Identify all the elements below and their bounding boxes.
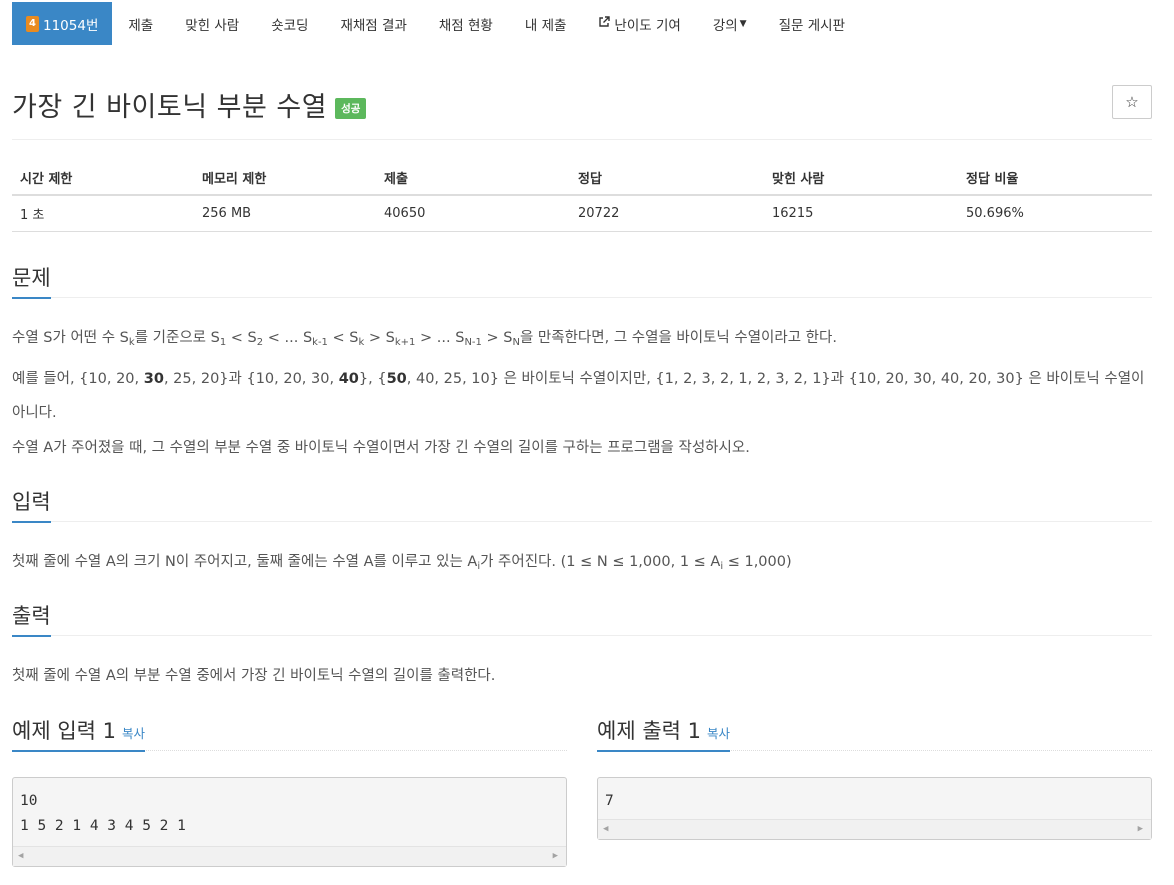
tab-lectures[interactable]: 강의 ▼ (697, 2, 763, 45)
value-accept-ratio: 50.696% (958, 195, 1152, 232)
info-value-row: 1 초 256 MB 40650 20722 16215 50.696% (12, 195, 1152, 232)
horizontal-scrollbar[interactable]: ◀ ▶ (598, 819, 1151, 839)
tab-rejudge-results[interactable]: 재채점 결과 (324, 2, 422, 45)
header-time-limit: 시간 제한 (12, 160, 194, 196)
input-heading: 입력 (12, 486, 51, 523)
page-title: 가장 긴 바이토닉 부분 수열 (12, 91, 328, 123)
problem-description-1: 수열 S가 어떤 수 Sk를 기준으로 S1 < S2 < ... Sk-1 <… (12, 330, 837, 348)
title-divider (12, 139, 1152, 140)
sample-output-heading: 예제 출력 1 복사 (597, 715, 731, 752)
value-accepted: 20722 (570, 195, 764, 232)
tab-lectures-label: 강의 (712, 17, 738, 34)
external-link-icon (598, 16, 611, 31)
sample-input-header: 예제 입력 1 복사 (12, 715, 567, 752)
tab-my-submissions[interactable]: 내 제출 (509, 2, 583, 45)
tab-short-coding[interactable]: 숏코딩 (255, 2, 324, 45)
input-section-header: 입력 (12, 486, 1152, 523)
output-section-header: 출력 (12, 600, 1152, 637)
header-accept-ratio: 정답 비율 (958, 160, 1152, 196)
tab-difficulty-contribution[interactable]: 난이도 기여 (582, 2, 696, 45)
tab-submit-label: 제출 (128, 17, 154, 34)
header-submissions: 제출 (376, 160, 570, 196)
sample-input-content: 10 1 5 2 1 4 3 4 5 2 1 (20, 793, 186, 834)
header-memory-limit: 메모리 제한 (194, 160, 376, 196)
tab-solved-users-label: 맞힌 사람 (185, 17, 240, 34)
tab-rejudge-results-label: 재채점 결과 (340, 17, 407, 34)
value-time-limit: 1 초 (12, 195, 194, 232)
tab-submit[interactable]: 제출 (112, 2, 169, 45)
tab-short-coding-label: 숏코딩 (271, 17, 309, 34)
scroll-right-icon[interactable]: ▶ (553, 851, 558, 861)
tab-problem[interactable]: 4 11054번 (12, 2, 113, 45)
problem-info-table: 시간 제한 메모리 제한 제출 정답 맞힌 사람 정답 비율 1 초 256 M… (12, 160, 1152, 232)
scroll-left-icon[interactable]: ◀ (603, 824, 608, 834)
output-description: 첫째 줄에 수열 A의 부분 수열 중에서 가장 긴 바이토닉 수열의 길이를 … (12, 668, 496, 684)
title-row: 가장 긴 바이토닉 부분 수열 성공 ☆ (12, 84, 1152, 124)
value-submissions: 40650 (376, 195, 570, 232)
caret-down-icon: ▼ (739, 18, 747, 29)
star-icon: ☆ (1125, 93, 1139, 111)
scroll-right-icon[interactable]: ▶ (1138, 824, 1143, 834)
tier-badge-icon: 4 (26, 15, 39, 32)
sample-output-box: 7 ◀ ▶ (597, 777, 1152, 840)
horizontal-scrollbar[interactable]: ◀ ▶ (13, 846, 566, 866)
value-memory-limit: 256 MB (194, 195, 376, 232)
header-accepted: 정답 (570, 160, 764, 196)
problem-description-2: 예를 들어, {10, 20, 30, 25, 20}과 {10, 20, 30… (12, 371, 1145, 421)
sample-input-box: 10 1 5 2 1 4 3 4 5 2 1 ◀ ▶ (12, 777, 567, 867)
sample-output-header: 예제 출력 1 복사 (597, 715, 1152, 752)
value-solved-users: 16215 (764, 195, 958, 232)
scroll-left-icon[interactable]: ◀ (18, 851, 23, 861)
tab-problem-label: 11054번 (43, 17, 99, 34)
problem-tabs: 4 11054번 제출 맞힌 사람 숏코딩 재채점 결과 채점 현황 내 제출 … (12, 2, 861, 45)
tab-question-board[interactable]: 질문 게시판 (763, 2, 861, 45)
input-description: 첫째 줄에 수열 A의 크기 N이 주어지고, 둘째 줄에는 수열 A를 이루고… (12, 554, 792, 572)
sample-input-heading: 예제 입력 1 복사 (12, 715, 146, 752)
copy-sample-output-link[interactable]: 복사 (707, 726, 730, 741)
problem-section-header: 문제 (12, 262, 1152, 299)
output-heading: 출력 (12, 600, 51, 637)
tab-solved-users[interactable]: 맞힌 사람 (169, 2, 255, 45)
tab-question-board-label: 질문 게시판 (778, 17, 845, 34)
tab-difficulty-contribution-label: 난이도 기여 (614, 17, 681, 34)
tab-my-submissions-label: 내 제출 (524, 17, 567, 34)
favorite-button[interactable]: ☆ (1112, 85, 1152, 119)
header-solved-users: 맞힌 사람 (764, 160, 958, 196)
status-badge: 성공 (335, 97, 367, 119)
problem-description-3: 수열 A가 주어졌을 때, 그 수열의 부분 수열 중 바이토닉 수열이면서 가… (12, 440, 750, 456)
tab-judge-status[interactable]: 채점 현황 (423, 2, 509, 45)
tab-judge-status-label: 채점 현황 (438, 17, 493, 34)
copy-sample-input-link[interactable]: 복사 (122, 726, 145, 741)
problem-heading: 문제 (12, 262, 51, 299)
info-header-row: 시간 제한 메모리 제한 제출 정답 맞힌 사람 정답 비율 (12, 160, 1152, 196)
sample-output-content: 7 (605, 793, 614, 809)
